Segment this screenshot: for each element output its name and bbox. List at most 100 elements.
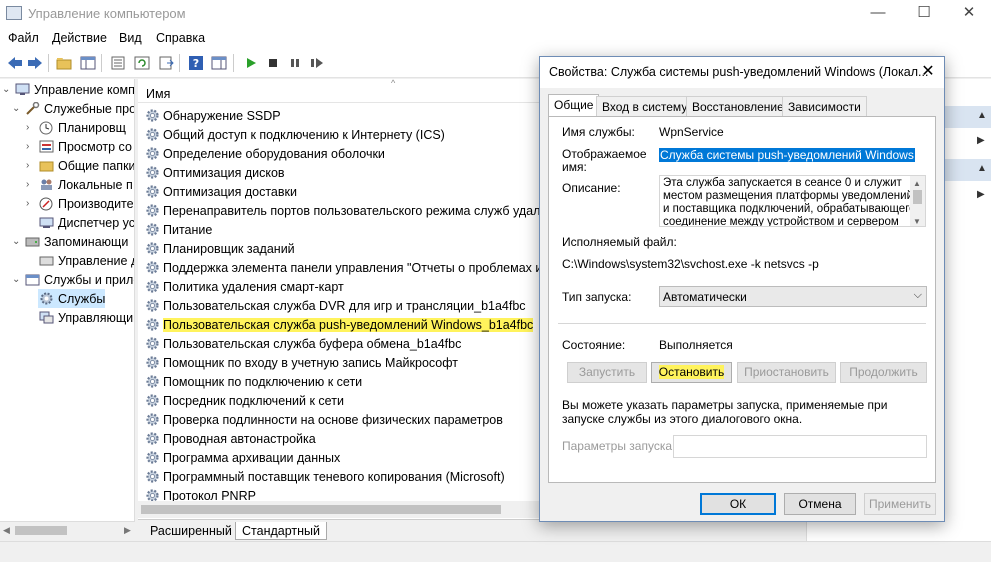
display-name-field[interactable]: Служба системы push-уведомлений Windows xyxy=(659,148,915,162)
up-folder-icon[interactable] xyxy=(55,54,73,72)
help-icon[interactable]: ? xyxy=(187,54,205,72)
service-row[interactable]: Программа архивации данных xyxy=(144,448,340,467)
tree-item-wmi-control[interactable]: Управляющий xyxy=(38,308,134,327)
service-row[interactable]: Политика удаления смарт-карт xyxy=(144,277,344,296)
collapse-arrow-icon[interactable]: ⌄ xyxy=(12,274,24,285)
menu-help[interactable]: Справка xyxy=(156,31,205,45)
stop-service-icon[interactable] xyxy=(264,54,282,72)
menu-action[interactable]: Действие xyxy=(52,31,107,45)
restart-service-icon[interactable] xyxy=(308,54,326,72)
stop-button[interactable]: Остановить xyxy=(651,362,732,383)
collapse-arrow-icon[interactable]: ⌄ xyxy=(2,84,14,95)
scroll-thumb[interactable] xyxy=(141,505,501,514)
description-field[interactable]: Эта служба запускается в сеансе 0 и служ… xyxy=(659,175,926,227)
expand-arrow-icon[interactable]: › xyxy=(26,141,38,152)
refresh-icon[interactable] xyxy=(133,54,151,72)
service-row[interactable]: Программный поставщик теневого копирован… xyxy=(144,467,505,486)
close-window-button[interactable]: ✕ xyxy=(946,0,991,28)
collapse-arrow-icon[interactable]: ▲ xyxy=(977,110,987,121)
pause-button[interactable]: Приостановить xyxy=(737,362,836,383)
tree-item-services-and-apps[interactable]: ⌄ Службы и прило xyxy=(12,270,134,289)
tree-item-performance[interactable]: › Производите xyxy=(26,194,134,213)
service-row[interactable]: Обнаружение SSDP xyxy=(144,106,281,125)
forward-arrow-icon[interactable] xyxy=(26,54,44,72)
tab-log-on[interactable]: Вход в систему xyxy=(596,96,694,116)
tree-horizontal-scrollbar[interactable]: ◀ ▶ xyxy=(0,521,135,538)
description-scrollbar[interactable]: ▲ ▼ xyxy=(910,176,925,226)
startup-type-select[interactable]: Автоматически ⌵ xyxy=(659,286,927,307)
submenu-arrow-icon[interactable]: ▶ xyxy=(977,135,985,146)
service-row[interactable]: Помощник по входу в учетную запись Майкр… xyxy=(144,353,458,372)
show-hide-tree-icon[interactable] xyxy=(79,54,97,72)
expand-arrow-icon[interactable]: › xyxy=(26,179,38,190)
scroll-right-icon[interactable]: ▶ xyxy=(124,525,131,536)
scroll-down-icon[interactable]: ▼ xyxy=(913,215,921,226)
description-text: Эта служба запускается в сеансе 0 и служ… xyxy=(663,177,916,227)
service-row[interactable]: Определение оборудования оболочки xyxy=(144,144,385,163)
resume-button[interactable]: Продолжить xyxy=(840,362,927,383)
expand-arrow-icon[interactable]: › xyxy=(26,198,38,209)
service-name: Политика удаления смарт-карт xyxy=(163,279,344,294)
service-row[interactable]: Перенаправитель портов пользовательского… xyxy=(144,201,561,220)
service-name: Помощник по подключению к сети xyxy=(163,374,363,389)
service-row[interactable]: Пользовательская служба буфера обмена_b1… xyxy=(144,334,461,353)
service-row[interactable]: Планировщик заданий xyxy=(144,239,295,258)
tools-icon xyxy=(24,102,40,116)
service-row[interactable]: Оптимизация дисков xyxy=(144,163,285,182)
scroll-thumb[interactable] xyxy=(15,526,67,535)
menu-view[interactable]: Вид xyxy=(119,31,142,45)
menu-file[interactable]: Файл xyxy=(8,31,39,45)
apply-button[interactable]: Применить xyxy=(864,493,936,515)
scroll-left-icon[interactable]: ◀ xyxy=(3,525,10,536)
expand-arrow-icon[interactable]: › xyxy=(26,160,38,171)
tab-recovery[interactable]: Восстановление xyxy=(686,96,790,116)
ok-button[interactable]: ОК xyxy=(700,493,776,515)
tree-item-computer-management[interactable]: ⌄ Управление компь xyxy=(2,80,134,99)
start-button[interactable]: Запустить xyxy=(567,362,647,383)
start-params-input[interactable] xyxy=(673,435,927,458)
back-arrow-icon[interactable] xyxy=(6,54,24,72)
scroll-thumb[interactable] xyxy=(913,190,922,204)
service-row[interactable]: Поддержка элемента панели управления "От… xyxy=(144,258,559,277)
tab-extended[interactable]: Расширенный xyxy=(144,522,238,540)
service-gear-icon xyxy=(144,222,160,238)
tree-item-task-scheduler[interactable]: › Планировщ xyxy=(26,118,126,137)
tab-dependencies[interactable]: Зависимости xyxy=(782,96,867,116)
submenu-arrow-icon[interactable]: ▶ xyxy=(977,189,985,200)
maximize-button[interactable]: ☐ xyxy=(901,0,947,28)
tab-standard[interactable]: Стандартный xyxy=(235,522,327,540)
tree-item-event-viewer[interactable]: › Просмотр со xyxy=(26,137,132,156)
dialog-close-button[interactable]: ✕ xyxy=(912,57,944,88)
cancel-button[interactable]: Отмена xyxy=(784,493,856,515)
tree-item-disk-management[interactable]: Управление д xyxy=(38,251,134,270)
service-row[interactable]: Пользовательская служба push-уведомлений… xyxy=(144,315,534,334)
collapse-arrow-icon[interactable]: ⌄ xyxy=(12,103,24,114)
tree-item-shared-folders[interactable]: › Общие папки xyxy=(26,156,134,175)
tree-item-storage[interactable]: ⌄ Запоминающи xyxy=(12,232,128,251)
tree-item-services[interactable]: Службы xyxy=(38,289,106,308)
service-row[interactable]: Оптимизация доставки xyxy=(144,182,297,201)
expand-arrow-icon[interactable]: › xyxy=(26,122,38,133)
action-pane-icon[interactable] xyxy=(210,54,228,72)
start-service-icon[interactable] xyxy=(242,54,260,72)
service-row[interactable]: Общий доступ к подключению к Интернету (… xyxy=(144,125,445,144)
tree-item-system-tools[interactable]: ⌄ Служебные про xyxy=(12,99,134,118)
tree-item-device-manager[interactable]: Диспетчер ус xyxy=(38,213,134,232)
properties-icon[interactable] xyxy=(109,54,127,72)
tree-item-local-users[interactable]: › Локальные п xyxy=(26,175,133,194)
tab-general[interactable]: Общие xyxy=(548,94,600,117)
service-row[interactable]: Помощник по подключению к сети xyxy=(144,372,362,391)
service-row[interactable]: Посредник подключений к сети xyxy=(144,391,344,410)
export-list-icon[interactable] xyxy=(157,54,175,72)
minimize-button[interactable]: — xyxy=(855,0,901,28)
scroll-up-icon[interactable]: ▲ xyxy=(913,177,921,190)
pause-service-icon[interactable] xyxy=(286,54,304,72)
service-row[interactable]: Проверка подлинности на основе физически… xyxy=(144,410,503,429)
service-row[interactable]: Проводная автонастройка xyxy=(144,429,316,448)
collapse-arrow-icon[interactable]: ⌄ xyxy=(12,236,24,247)
service-row[interactable]: Пользовательская служба DVR для игр и тр… xyxy=(144,296,526,315)
service-name-value[interactable]: WpnService xyxy=(659,125,724,139)
collapse-arrow-icon[interactable]: ▲ xyxy=(977,163,987,174)
general-tab-panel: Имя службы: WpnService Отображаемое имя:… xyxy=(548,116,936,483)
service-row[interactable]: Питание xyxy=(144,220,212,239)
